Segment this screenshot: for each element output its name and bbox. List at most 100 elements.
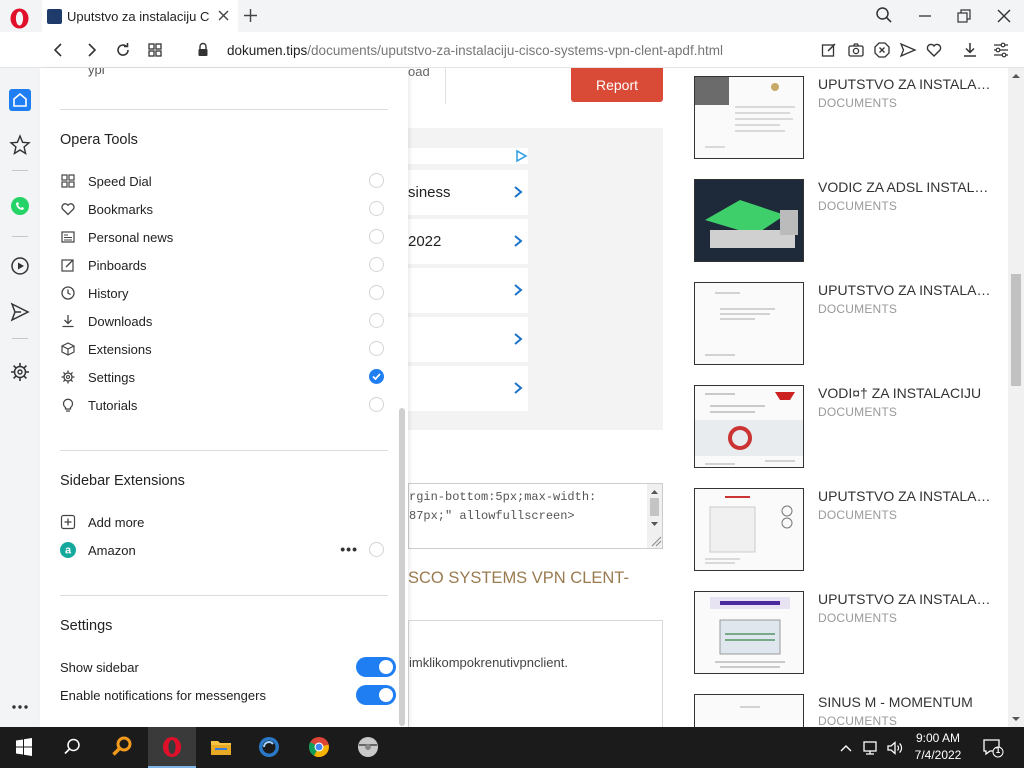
ad-row[interactable]: siness xyxy=(408,170,528,215)
tool-item-history[interactable]: History xyxy=(60,282,388,304)
back-icon[interactable] xyxy=(50,41,68,59)
tab-search-icon[interactable] xyxy=(875,6,893,24)
document-thumbnail xyxy=(694,488,804,571)
related-item[interactable]: SINUS M - MOMENTUM DOCUMENTS xyxy=(694,694,994,727)
windows-start-icon[interactable] xyxy=(12,735,36,759)
textarea-scrollbar[interactable] xyxy=(647,484,662,548)
extension-toggle-radio[interactable] xyxy=(369,542,384,557)
secure-lock-icon[interactable] xyxy=(194,41,212,59)
tabs-grid-icon[interactable] xyxy=(146,41,164,59)
toggle-knob xyxy=(379,660,393,674)
edit-page-icon[interactable] xyxy=(820,41,838,59)
close-tab-icon[interactable] xyxy=(216,8,231,23)
related-item[interactable]: VODI¤† ZA INSTALACIJU DOCUMENTS xyxy=(694,385,994,468)
system-clock[interactable]: 9:00 AM 7/4/2022 xyxy=(906,730,970,764)
heart-icon[interactable] xyxy=(925,41,943,59)
windows-taskbar: 9:00 AM 7/4/2022 1 xyxy=(0,727,1024,768)
network-icon[interactable] xyxy=(862,739,880,757)
send-icon[interactable] xyxy=(899,41,917,59)
panel-scrollbar[interactable] xyxy=(399,408,405,726)
flow-send-icon[interactable] xyxy=(9,301,31,323)
ad-row[interactable] xyxy=(408,366,528,411)
show-sidebar-toggle[interactable] xyxy=(356,657,396,677)
scroll-down-icon[interactable] xyxy=(1008,711,1024,727)
related-title: UPUTSTVO ZA INSTALACIJU xyxy=(818,282,994,298)
scroll-up-icon[interactable] xyxy=(1008,68,1024,84)
ad-row-text: 2022 xyxy=(408,233,442,250)
page-scrollbar[interactable] xyxy=(1008,68,1024,727)
tool-toggle-radio[interactable] xyxy=(369,341,384,356)
related-item[interactable]: UPUTSTVO ZA INSTALACIJU DOCUMENTS xyxy=(694,76,994,159)
tool-toggle-radio[interactable] xyxy=(369,285,384,300)
file-explorer-icon[interactable] xyxy=(209,735,233,759)
star-icon[interactable] xyxy=(9,134,31,156)
ad-choices-icon[interactable] xyxy=(514,149,528,163)
easy-setup-icon[interactable] xyxy=(992,41,1010,59)
ad-row[interactable] xyxy=(408,317,528,362)
close-window-icon[interactable] xyxy=(996,8,1012,24)
disc-app-icon[interactable] xyxy=(356,735,380,759)
tool-item-settings[interactable]: Settings xyxy=(60,366,388,388)
opera-taskbar-icon[interactable] xyxy=(160,735,184,759)
embed-code-line: rgin-bottom:5px;max-width: xyxy=(409,490,597,504)
tool-toggle-radio[interactable] xyxy=(369,257,384,272)
related-item[interactable]: UPUTSTVO ZA INSTALACIJU DOCUMENTS xyxy=(694,488,994,571)
magnifier-app-icon[interactable] xyxy=(110,735,134,759)
volume-icon[interactable] xyxy=(886,739,904,757)
opera-menu-icon[interactable] xyxy=(9,8,30,29)
ad-area: siness 2022 xyxy=(408,128,663,430)
ad-row[interactable] xyxy=(408,268,528,313)
notifications-toggle[interactable] xyxy=(356,685,396,705)
whatsapp-icon[interactable] xyxy=(9,195,31,217)
player-icon[interactable] xyxy=(9,255,31,277)
tool-label: Bookmarks xyxy=(88,201,154,217)
adblock-icon[interactable] xyxy=(873,41,891,59)
embed-code-textarea[interactable]: rgin-bottom:5px;max-width: 87px;" allowf… xyxy=(408,483,663,549)
search-icon[interactable] xyxy=(60,735,84,759)
download-icon[interactable] xyxy=(961,41,979,59)
settings-gear-icon[interactable] xyxy=(9,361,31,383)
minimize-window-icon[interactable] xyxy=(917,8,933,24)
tool-item-tutorials[interactable]: Tutorials xyxy=(60,394,388,416)
home-icon[interactable] xyxy=(9,89,31,111)
tool-item-extensions[interactable]: Extensions xyxy=(60,338,388,360)
report-button[interactable]: Report xyxy=(571,68,663,102)
forward-icon[interactable] xyxy=(82,41,100,59)
new-tab-icon[interactable] xyxy=(242,7,259,24)
tool-item-bookmarks[interactable]: Bookmarks xyxy=(60,198,388,220)
document-text-fragment: imklikompokrenutivpnclient. xyxy=(409,655,568,670)
tool-toggle-radio[interactable] xyxy=(369,313,384,328)
sidebar-separator xyxy=(12,338,28,339)
tool-toggle-radio[interactable] xyxy=(369,397,384,412)
related-item[interactable]: VODIC ZA ADSL INSTALACIJU DOCUMENTS xyxy=(694,179,994,262)
chrome-icon[interactable] xyxy=(307,735,331,759)
related-item[interactable]: UPUTSTVO ZA INSTALACIJU DOCUMENTS xyxy=(694,282,994,365)
reload-icon[interactable] xyxy=(114,41,132,59)
extension-item-amazon[interactable]: a Amazon ••• xyxy=(60,539,388,561)
notification-center-icon[interactable]: 1 xyxy=(982,738,1004,758)
tool-item-personal-news[interactable]: Personal news xyxy=(60,226,388,248)
tool-item-speed-dial[interactable]: Speed Dial xyxy=(60,170,388,192)
tool-toggle-radio[interactable] xyxy=(369,201,384,216)
show-hidden-icons-icon[interactable] xyxy=(838,740,854,756)
clock-time: 9:00 AM xyxy=(915,731,961,745)
download-text-fragment: oad xyxy=(408,68,430,79)
tool-toggle-radio-checked[interactable] xyxy=(369,369,384,384)
url-text[interactable]: dokumen.tips/documents/uputstvo-za-insta… xyxy=(227,43,723,58)
add-more-extensions[interactable]: Add more xyxy=(60,511,388,533)
tool-item-pinboards[interactable]: Pinboards xyxy=(60,254,388,276)
svg-text:a: a xyxy=(65,545,72,557)
ad-row[interactable]: 2022 xyxy=(408,219,528,264)
more-options-icon[interactable] xyxy=(9,696,31,718)
app-circle-icon[interactable] xyxy=(257,735,281,759)
related-category: DOCUMENTS xyxy=(818,611,898,625)
active-tab[interactable]: Uputstvo za instalaciju Cisco Systems VP… xyxy=(42,0,238,32)
tool-toggle-radio[interactable] xyxy=(369,173,384,188)
page-scroll-thumb[interactable] xyxy=(1011,274,1021,386)
camera-icon[interactable] xyxy=(847,41,865,59)
restore-window-icon[interactable] xyxy=(956,8,972,24)
tool-toggle-radio[interactable] xyxy=(369,229,384,244)
tool-item-downloads[interactable]: Downloads xyxy=(60,310,388,332)
more-dots-icon[interactable]: ••• xyxy=(340,541,358,557)
related-item[interactable]: UPUTSTVO ZA INSTALACIJU DOCUMENTS xyxy=(694,591,994,674)
